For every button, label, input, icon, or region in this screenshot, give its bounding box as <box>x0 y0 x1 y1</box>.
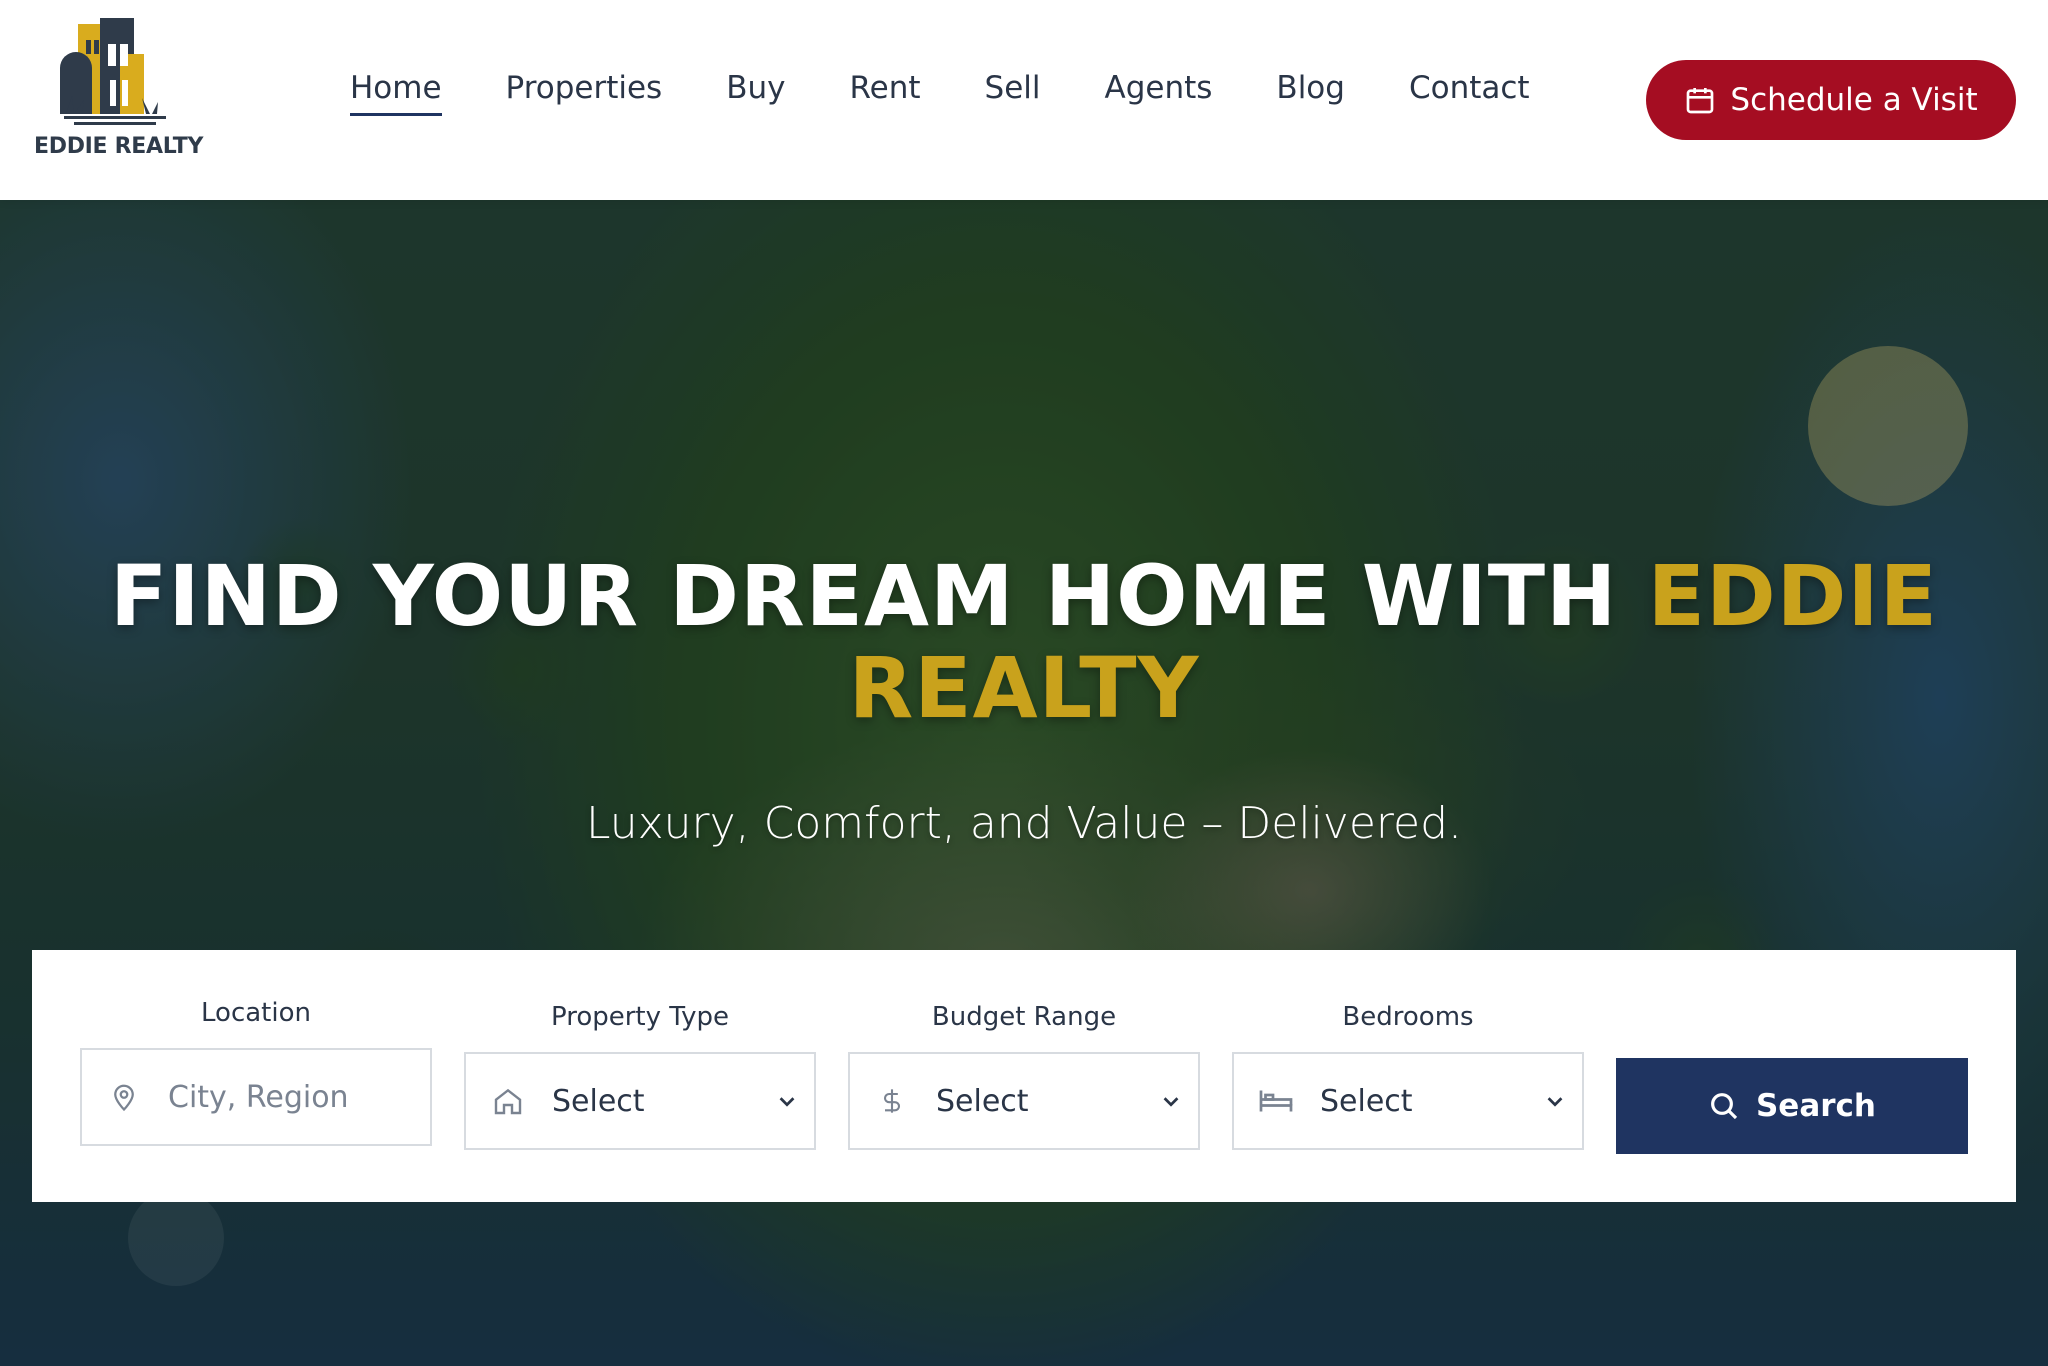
search-button[interactable]: Search <box>1616 1058 1968 1154</box>
location-placeholder: City, Region <box>168 1079 349 1115</box>
nav-item-home[interactable]: Home <box>350 70 442 116</box>
property-type-label: Property Type <box>550 1002 729 1032</box>
budget-range-value: Select <box>936 1083 1029 1119</box>
bedrooms-label: Bedrooms <box>1342 1002 1474 1032</box>
property-type-select[interactable]: Select <box>464 1052 816 1150</box>
search-icon <box>1711 1093 1738 1120</box>
bed-icon <box>1258 1083 1294 1119</box>
decorative-circle <box>1808 346 1968 506</box>
main-nav: Home Properties Buy Rent Sell Agents Blo… <box>350 70 1594 116</box>
nav-item-contact[interactable]: Contact <box>1409 70 1530 116</box>
logo[interactable]: EDDIE REALTY <box>30 18 204 168</box>
decorative-circle <box>128 1190 224 1286</box>
location-field: Location City, Region <box>80 998 432 1146</box>
nav-item-sell[interactable]: Sell <box>985 70 1041 116</box>
bedrooms-select[interactable]: Select <box>1232 1052 1584 1150</box>
chevron-down-icon <box>1547 1097 1563 1107</box>
nav-item-rent[interactable]: Rent <box>849 70 920 116</box>
nav-item-blog[interactable]: Blog <box>1276 70 1345 116</box>
budget-range-field: Budget Range Select <box>848 1002 1200 1150</box>
calendar-icon <box>1687 88 1714 114</box>
site-header: EDDIE REALTY Home Properties Buy Rent Se… <box>0 0 2048 200</box>
home-icon <box>490 1083 526 1119</box>
property-type-value: Select <box>552 1083 645 1119</box>
property-search-panel: Location City, Region Property Type Sele… <box>32 950 2016 1202</box>
hero-subtitle: Luxury, Comfort, and Value – Delivered. <box>585 798 1463 849</box>
schedule-visit-label: Schedule a Visit <box>1730 82 1978 118</box>
nav-item-buy[interactable]: Buy <box>726 70 785 116</box>
search-button-label: Search <box>1755 1088 1876 1124</box>
logo-text: EDDIE REALTY <box>34 134 204 159</box>
chevron-down-icon <box>779 1097 795 1107</box>
nav-item-agents[interactable]: Agents <box>1105 70 1213 116</box>
map-pin-icon <box>106 1079 142 1115</box>
schedule-visit-button[interactable]: Schedule a Visit <box>1646 60 2016 140</box>
budget-range-label: Budget Range <box>931 1002 1117 1032</box>
dollar-icon <box>874 1083 910 1119</box>
location-input[interactable]: City, Region <box>80 1048 432 1146</box>
location-label: Location <box>201 998 311 1028</box>
bedrooms-value: Select <box>1320 1083 1413 1119</box>
hero-title-main: FIND YOUR DREAM HOME WITH <box>109 547 1648 645</box>
nav-item-properties[interactable]: Properties <box>506 70 663 116</box>
hero-title: FIND YOUR DREAM HOME WITH EDDIE REALTY <box>60 550 1988 734</box>
logo-building-icon <box>60 18 166 125</box>
budget-range-select[interactable]: Select <box>848 1052 1200 1150</box>
property-type-field: Property Type Select <box>464 1002 816 1150</box>
bedrooms-field: Bedrooms Select <box>1232 1002 1584 1150</box>
chevron-down-icon <box>1163 1097 1179 1107</box>
